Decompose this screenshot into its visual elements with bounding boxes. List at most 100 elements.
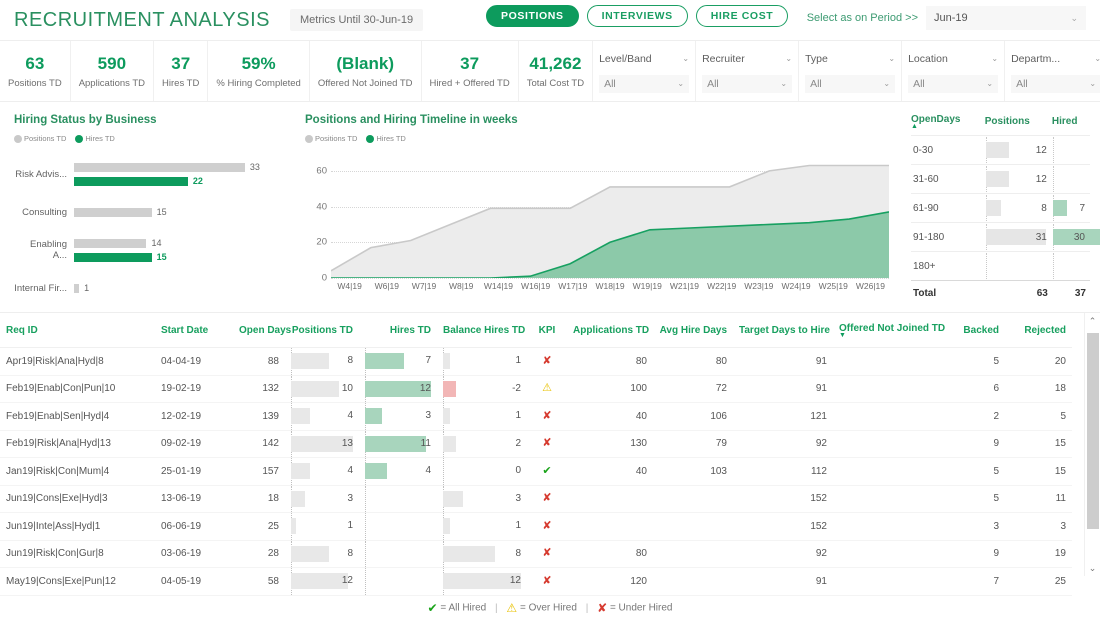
legend-item-hires[interactable]: Hires TD (75, 134, 115, 143)
hires-td-value: 12 (419, 382, 431, 394)
table-row[interactable]: 91-180 31 30 (911, 222, 1100, 252)
filter-value-dropdown[interactable]: All ⌄ (805, 74, 896, 93)
filter-value-dropdown[interactable]: All ⌄ (702, 74, 793, 93)
filter-value-dropdown[interactable]: All ⌄ (599, 74, 690, 93)
open-days-cell: 132 (233, 375, 285, 403)
positions-td-value: 13 (341, 437, 353, 449)
scrollbar-thumb[interactable] (1086, 333, 1099, 529)
applications-td-cell: 40 (567, 457, 653, 486)
hires-bar[interactable] (74, 252, 152, 262)
positions-td-cell: 4 (285, 402, 359, 431)
kpi-offered-not-joined-td: (Blank) Offered Not Joined TD (310, 41, 422, 101)
filter-name-dropdown[interactable]: Location ⌄ (908, 50, 998, 68)
x-tick-label: W23|19 (744, 281, 774, 291)
kpi-under-hired-icon: ✘ (542, 409, 552, 422)
hires-td-cell (359, 512, 437, 541)
column-header-avg_hire[interactable]: Avg Hire Days (653, 313, 733, 348)
positions-bar[interactable] (74, 162, 245, 172)
column-header-start_date[interactable]: Start Date (155, 313, 233, 348)
offered-not-joined-td-cell (833, 347, 943, 376)
avg-hire-days-cell: 106 (653, 402, 733, 431)
legend-item-hires[interactable]: Hires TD (366, 134, 406, 143)
table-row[interactable]: Jun19|Inte|Ass|Hyd|1 06-06-19 25 1 1 ✘ 152 3 3 (0, 512, 1072, 541)
column-header-positions[interactable]: Positions TD (285, 313, 359, 348)
positions-value: 15 (156, 207, 167, 217)
column-header-hired[interactable]: Hired (1052, 114, 1090, 136)
applications-td-cell: 130 (567, 430, 653, 458)
period-dropdown[interactable]: Jun-19 ⌄ (926, 6, 1086, 30)
legend-separator: | (585, 602, 589, 614)
chart-legend: Positions TD Hires TD (305, 134, 895, 143)
table-row[interactable]: 31-60 12 (911, 164, 1090, 194)
filter-value-dropdown[interactable]: All ⌄ (908, 74, 999, 93)
filter-value-dropdown[interactable]: All ⌄ (1011, 74, 1100, 93)
req-id-cell: May19|Cons|Exe|Pun|12 (0, 567, 155, 596)
table-scrollbar[interactable]: ⌃ ⌄ (1084, 313, 1100, 576)
kpi-under-hired-icon: ✘ (542, 492, 552, 505)
filter-name-dropdown[interactable]: Departm... ⌄ (1011, 50, 1100, 68)
column-header-backed[interactable]: Backed (943, 313, 1005, 348)
charts-row: Hiring Status by Business Positions TD H… (0, 102, 1100, 312)
column-header-apps[interactable]: Applications TD (567, 313, 653, 348)
table-row[interactable]: Jun19|Cons|Exe|Hyd|3 13-06-19 18 3 3 ✘ 152 5 11 (0, 485, 1072, 513)
column-header-req_id[interactable]: Req ID (0, 313, 155, 348)
page-title: RECRUITMENT ANALYSIS (14, 8, 270, 31)
table-row[interactable]: Feb19|Risk|Ana|Hyd|13 09-02-19 142 13 11 2 ✘ 13… (0, 430, 1072, 458)
total-hired: 37 (1051, 280, 1090, 307)
column-header-open_days[interactable]: Open Days (233, 313, 291, 348)
filter-bar: Level/Band ⌄ All ⌄ Recruiter ⌄ All ⌄ Typ… (593, 41, 1100, 101)
table-row[interactable]: 180+ (911, 251, 1090, 281)
table-row[interactable]: Jan19|Risk|Con|Mum|4 25-01-19 157 4 4 0 ✔ 40 103… (0, 457, 1072, 486)
column-header-balance[interactable]: Balance Hires TD (437, 313, 527, 348)
req-id-cell: Feb19|Enab|Sen|Hyd|4 (0, 402, 155, 431)
column-header-rejected[interactable]: Rejected (1005, 313, 1072, 348)
tab-positions[interactable]: POSITIONS (486, 5, 579, 27)
table-row[interactable]: Jun19|Risk|Con|Gur|8 03-06-19 28 8 8 ✘ 80 92 9 19 (0, 540, 1072, 568)
column-header-positions[interactable]: Positions (985, 114, 1052, 136)
kpi-hired-plus-offered-td: 37 Hired + Offered TD (422, 41, 519, 101)
hired-cell (1051, 164, 1090, 194)
positions-td-cell: 1 (285, 512, 359, 541)
table-row[interactable]: Apr19|Risk|Ana|Hyd|8 04-04-19 88 8 7 1 ✘ 80 80 91… (0, 347, 1072, 376)
positions-bar[interactable] (74, 207, 152, 217)
filter-level-band: Level/Band ⌄ All ⌄ (593, 41, 697, 101)
positions-bar[interactable] (74, 238, 147, 248)
column-header-target[interactable]: Target Days to Hire (733, 313, 833, 348)
table-row[interactable]: 0-30 12 (911, 135, 1090, 165)
legend-item-positions[interactable]: Positions TD (305, 134, 357, 143)
scrollbar-track[interactable] (1086, 329, 1099, 560)
hires-td-value: 3 (425, 410, 431, 421)
kpi-label: Applications TD (78, 77, 146, 89)
positions-td-cell: 13 (285, 430, 359, 458)
hires-bar[interactable] (74, 176, 188, 186)
column-header-onj[interactable]: Offered Not Joined TD ▼ (833, 313, 945, 348)
positions-value: 12 (1035, 144, 1047, 156)
table-row[interactable]: 61-90 8 7 (911, 193, 1090, 223)
balance-hires-td-cell: 2 (437, 430, 527, 458)
filter-name-dropdown[interactable]: Type ⌄ (805, 50, 895, 68)
balance-hires-td-value: 0 (515, 465, 521, 476)
y-tick-label: 20 (316, 236, 327, 248)
filter-name-dropdown[interactable]: Level/Band ⌄ (599, 50, 689, 68)
column-header-hires[interactable]: Hires TD (359, 313, 437, 348)
scroll-down-icon[interactable]: ⌄ (1089, 560, 1097, 576)
offered-not-joined-td-cell (833, 430, 943, 458)
tab-hire-cost[interactable]: HIRE COST (695, 5, 789, 27)
hires-td-cell (359, 540, 437, 568)
column-header-opendays[interactable]: OpenDays ▲ (911, 114, 985, 136)
table-row[interactable]: Feb19|Enab|Sen|Hyd|4 12-02-19 139 4 3 1 ✘ 40 106… (0, 402, 1072, 431)
positions-bar[interactable] (74, 283, 80, 293)
offered-not-joined-td-cell (833, 457, 943, 486)
kpi-under-hired-icon: ✘ (542, 547, 552, 560)
x-tick-label: W7|19 (411, 281, 437, 291)
filter-name-dropdown[interactable]: Recruiter ⌄ (702, 50, 792, 68)
table-row[interactable]: Feb19|Enab|Con|Pun|10 19-02-19 132 10 12 -2 ⚠ 1… (0, 375, 1072, 403)
tab-interviews[interactable]: INTERVIEWS (586, 5, 688, 27)
target-days-to-hire-cell: 92 (733, 430, 833, 458)
column-header-kpi[interactable]: KPI (527, 313, 567, 348)
backed-cell: 3 (943, 512, 1005, 541)
scroll-up-icon[interactable]: ⌃ (1089, 313, 1097, 329)
table-row[interactable]: May19|Cons|Exe|Pun|12 04-05-19 58 12 12 ✘ 120 9… (0, 567, 1072, 596)
backed-cell: 2 (943, 402, 1005, 431)
legend-item-positions[interactable]: Positions TD (14, 134, 66, 143)
